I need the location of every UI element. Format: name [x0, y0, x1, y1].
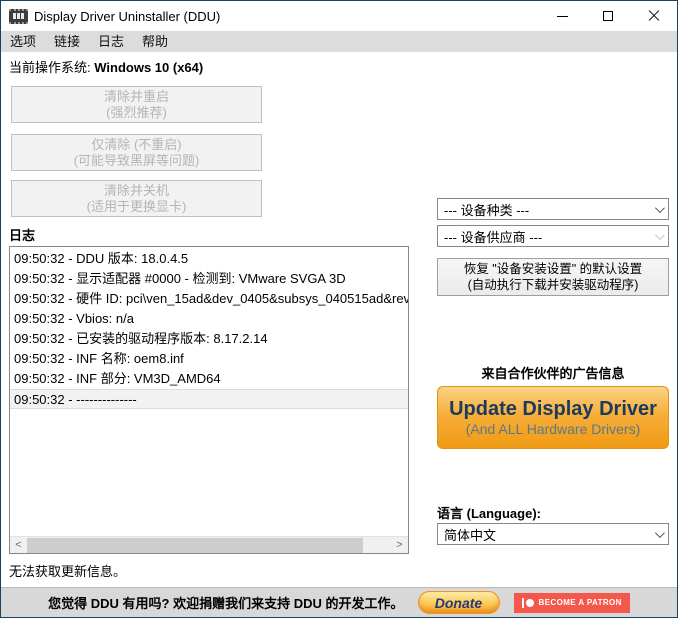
log-entry[interactable]: 09:50:32 - Vbios: n/a — [10, 309, 408, 329]
scroll-left-icon[interactable]: < — [10, 537, 27, 554]
scroll-right-icon[interactable]: > — [391, 537, 408, 554]
log-entry[interactable]: 09:50:32 - 硬件 ID: pci\ven_15ad&dev_0405&… — [10, 289, 408, 309]
log-entry-selected[interactable]: 09:50:32 - -------------- — [10, 389, 408, 409]
menu-options[interactable]: 选项 — [1, 31, 45, 53]
patreon-icon — [522, 598, 534, 608]
language-label: 语言 (Language): — [437, 503, 541, 522]
clean-shutdown-label: 清除并关机 — [12, 183, 261, 199]
become-a-patron-button[interactable]: BECOME A PATRON — [514, 593, 630, 613]
current-os-line: 当前操作系统: Windows 10 (x64) — [9, 57, 203, 76]
chevron-down-icon — [655, 230, 665, 240]
title-bar: Display Driver Uninstaller (DDU) — [1, 1, 677, 31]
clean-restart-sublabel: (强烈推荐) — [12, 105, 261, 121]
patreon-button-label: BECOME A PATRON — [539, 598, 622, 607]
log-entry[interactable]: 09:50:32 - INF 部分: VM3D_AMD64 — [10, 369, 408, 389]
partner-ad-label: 来自合作伙伴的广告信息 — [437, 363, 669, 382]
window-controls — [539, 1, 677, 31]
device-type-value: --- 设备种类 --- — [444, 200, 529, 219]
main-content: 当前操作系统: Windows 10 (x64) 清除并重启 (强烈推荐) 仅清… — [1, 53, 677, 589]
update-button-title: Update Display Driver — [438, 397, 668, 421]
clean-shutdown-button[interactable]: 清除并关机 (适用于更换显卡) — [11, 180, 262, 217]
minimize-button[interactable] — [539, 1, 585, 31]
app-icon — [9, 9, 28, 24]
chevron-down-icon — [655, 203, 665, 213]
donate-button[interactable]: Donate — [418, 591, 500, 614]
menu-log[interactable]: 日志 — [89, 31, 133, 53]
minimize-icon — [557, 16, 568, 17]
maximize-icon — [603, 11, 613, 21]
close-button[interactable] — [631, 1, 677, 31]
scrollbar-thumb[interactable] — [27, 538, 363, 553]
clean-only-sublabel: (可能导致黑屏等问题) — [12, 153, 261, 169]
update-display-driver-button[interactable]: Update Display Driver (And ALL Hardware … — [437, 386, 669, 449]
log-section-label: 日志 — [9, 225, 35, 244]
maximize-button[interactable] — [585, 1, 631, 31]
clean-restart-button[interactable]: 清除并重启 (强烈推荐) — [11, 86, 262, 123]
chevron-down-icon — [655, 528, 665, 538]
menu-bar: 选项 链接 日志 帮助 — [1, 31, 677, 53]
update-button-subtitle: (And ALL Hardware Drivers) — [438, 421, 668, 438]
close-icon — [648, 10, 660, 22]
ddu-window: Display Driver Uninstaller (DDU) 选项 链接 日… — [0, 0, 678, 618]
current-os-label: 当前操作系统: — [9, 60, 91, 75]
donation-bar: 您觉得 DDU 有用吗? 欢迎捐赠我们来支持 DDU 的开发工作。 Donate… — [1, 587, 677, 617]
donate-button-label: Donate — [435, 595, 482, 611]
clean-only-button[interactable]: 仅清除 (不重启) (可能导致黑屏等问题) — [11, 134, 262, 171]
language-select[interactable]: 简体中文 — [437, 523, 669, 545]
menu-help[interactable]: 帮助 — [133, 31, 177, 53]
log-listbox[interactable]: 09:50:32 - DDU 版本: 18.0.4.5 09:50:32 - 显… — [9, 246, 409, 554]
device-type-select[interactable]: --- 设备种类 --- — [437, 198, 669, 220]
clean-shutdown-sublabel: (适用于更换显卡) — [12, 199, 261, 215]
log-entry[interactable]: 09:50:32 - DDU 版本: 18.0.4.5 — [10, 249, 408, 269]
menu-links[interactable]: 链接 — [45, 31, 89, 53]
language-value: 简体中文 — [444, 525, 496, 544]
device-vendor-value: --- 设备供应商 --- — [444, 227, 542, 246]
log-entry[interactable]: 09:50:32 - 已安装的驱动程序版本: 8.17.2.14 — [10, 329, 408, 349]
clean-restart-label: 清除并重启 — [12, 89, 261, 105]
restore-device-settings-button[interactable]: 恢复 "设备安装设置" 的默认设置 (自动执行下载并安装驱动程序) — [437, 258, 669, 296]
current-os-value: Windows 10 (x64) — [94, 60, 203, 75]
restore-button-sublabel: (自动执行下载并安装驱动程序) — [438, 277, 668, 293]
log-entry[interactable]: 09:50:32 - 显示适配器 #0000 - 检测到: VMware SVG… — [10, 269, 408, 289]
log-horizontal-scrollbar[interactable]: < > — [10, 536, 408, 553]
clean-only-label: 仅清除 (不重启) — [12, 137, 261, 153]
log-entry[interactable]: 09:50:32 - INF 名称: oem8.inf — [10, 349, 408, 369]
update-status-text: 无法获取更新信息。 — [9, 561, 126, 580]
restore-button-label: 恢复 "设备安装设置" 的默认设置 — [438, 261, 668, 277]
donation-message: 您觉得 DDU 有用吗? 欢迎捐赠我们来支持 DDU 的开发工作。 — [48, 593, 403, 612]
window-title: Display Driver Uninstaller (DDU) — [34, 9, 220, 24]
log-rows: 09:50:32 - DDU 版本: 18.0.4.5 09:50:32 - 显… — [10, 247, 408, 409]
device-vendor-select[interactable]: --- 设备供应商 --- — [437, 225, 669, 247]
